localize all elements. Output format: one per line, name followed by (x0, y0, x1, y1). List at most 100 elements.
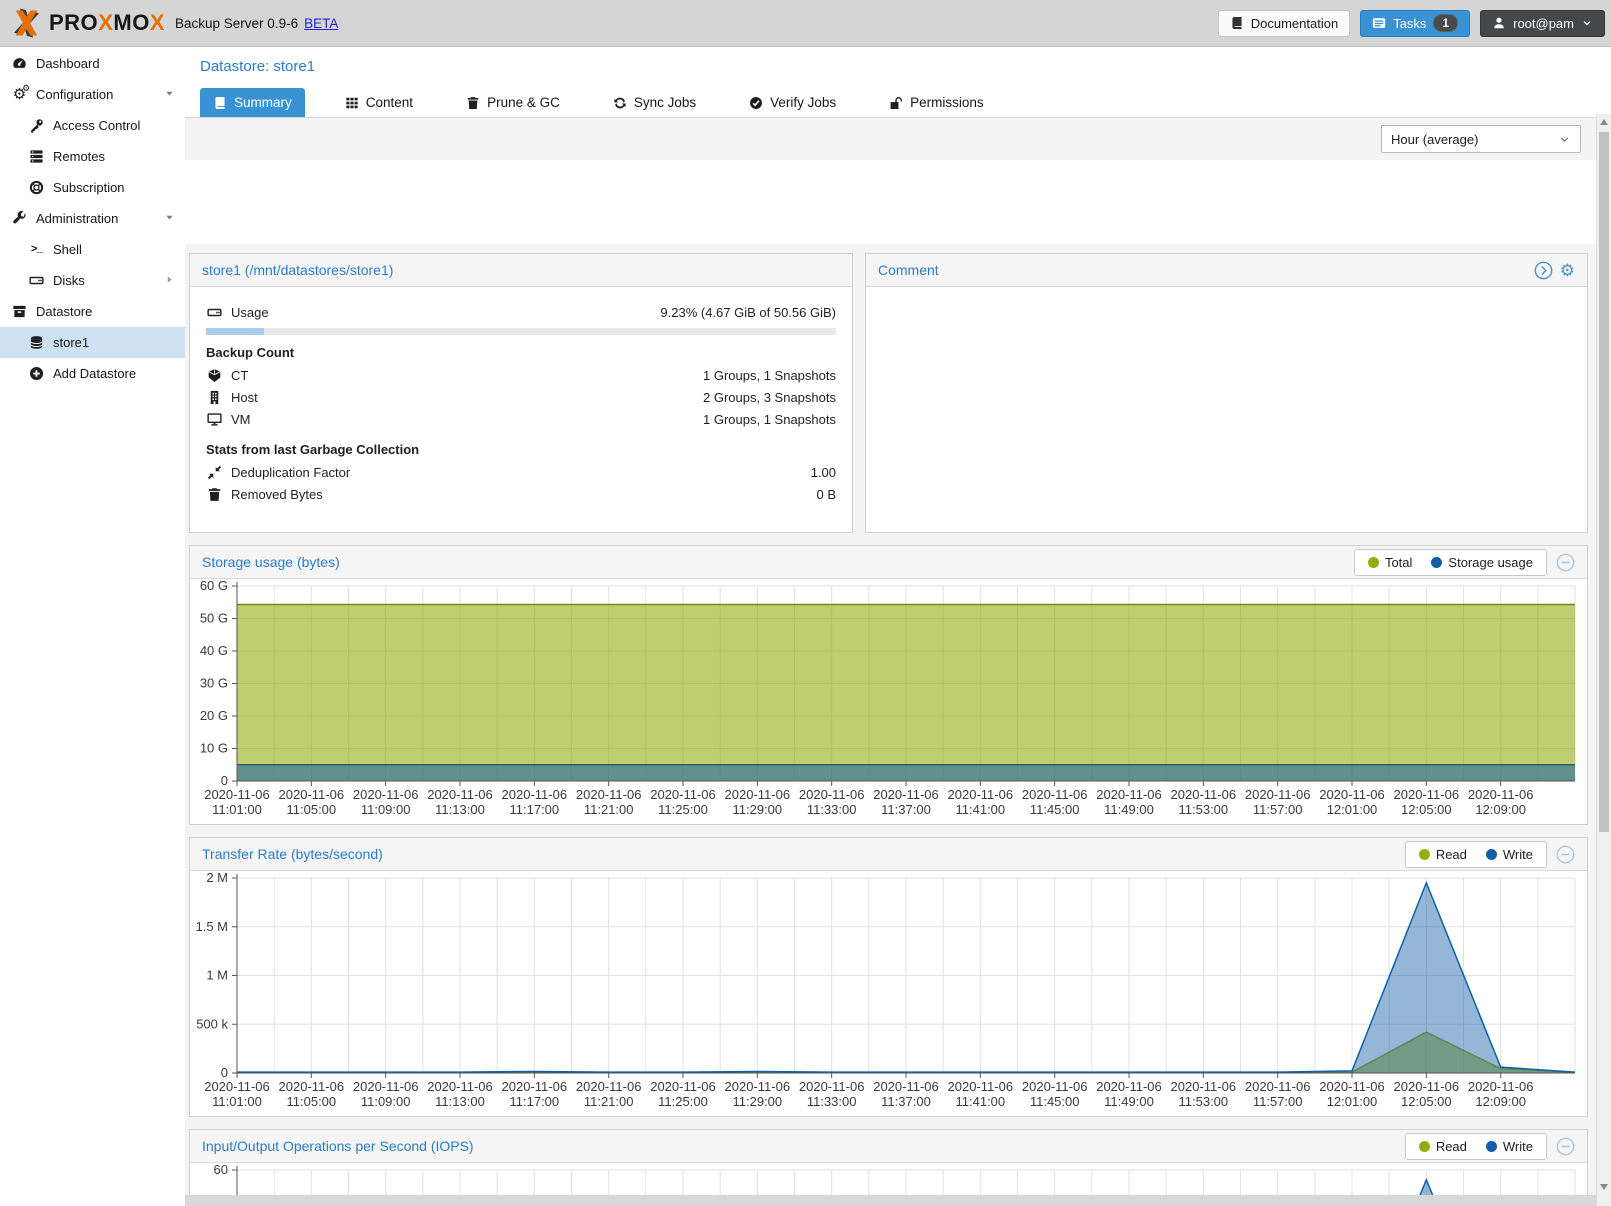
server-stack-icon (28, 149, 45, 165)
collapse-panel-icon[interactable] (1556, 1137, 1575, 1156)
collapse-caret-icon[interactable] (164, 211, 175, 226)
tab-summary[interactable]: Summary (200, 88, 305, 117)
sidebar-item-add-datastore[interactable]: Add Datastore (0, 358, 185, 389)
svg-text:12:05:00: 12:05:00 (1401, 1094, 1452, 1109)
legend-dot (1431, 557, 1442, 568)
trash-icon (466, 96, 480, 110)
svg-text:2020-11-06: 2020-11-06 (1096, 787, 1162, 802)
legend-item-total[interactable]: Total (1368, 555, 1412, 570)
legend-item-write[interactable]: Write (1486, 1139, 1533, 1154)
host-row: Host 2 Groups, 3 Snapshots (206, 386, 836, 408)
tasks-button[interactable]: Tasks 1 (1360, 10, 1470, 37)
svg-text:11:29:00: 11:29:00 (733, 1094, 783, 1109)
collapse-panel-icon[interactable] (1556, 553, 1575, 572)
scroll-down-arrow[interactable] (1600, 1184, 1608, 1190)
chart-toolbar: Hour (average) (185, 118, 1611, 160)
svg-text:12:01:00: 12:01:00 (1327, 802, 1378, 817)
comment-panel: Comment ⚙ (865, 253, 1588, 533)
comment-panel-title: Comment (878, 262, 939, 278)
svg-text:11:37:00: 11:37:00 (881, 802, 931, 817)
svg-text:2020-11-06: 2020-11-06 (1171, 1079, 1237, 1094)
svg-text:2020-11-06: 2020-11-06 (725, 787, 791, 802)
collapse-panel-icon[interactable] (1556, 845, 1575, 864)
sidebar-item-store1[interactable]: store1 (0, 327, 185, 358)
sidebar-item-configuration[interactable]: ⚙⚙ Configuration (0, 79, 185, 110)
svg-text:11:13:00: 11:13:00 (435, 802, 485, 817)
database-icon (28, 335, 45, 351)
svg-text:11:01:00: 11:01:00 (212, 802, 262, 817)
beta-link[interactable]: BETA (304, 16, 338, 31)
svg-text:11:25:00: 11:25:00 (658, 802, 708, 817)
scroll-up-arrow[interactable] (1600, 119, 1608, 125)
chevron-right-circle-icon[interactable] (1534, 261, 1553, 280)
sidebar-item-disks[interactable]: Disks (0, 265, 185, 296)
svg-text:11:53:00: 11:53:00 (1179, 1094, 1229, 1109)
vertical-scrollbar[interactable] (1596, 114, 1611, 1206)
legend-item-write[interactable]: Write (1486, 847, 1533, 862)
refresh-icon (613, 96, 627, 110)
svg-text:60 G: 60 G (200, 580, 228, 593)
svg-text:11:25:00: 11:25:00 (658, 1094, 708, 1109)
svg-text:11:49:00: 11:49:00 (1104, 802, 1154, 817)
svg-text:2020-11-06: 2020-11-06 (948, 1079, 1014, 1094)
storage-usage-panel: Storage usage (bytes) Total Storage usag… (189, 545, 1588, 825)
tab-sync-jobs[interactable]: Sync Jobs (600, 88, 709, 117)
sidebar-item-administration[interactable]: Administration (0, 203, 185, 234)
comment-content[interactable] (866, 287, 1587, 315)
cogs-icon: ⚙⚙ (11, 87, 28, 103)
svg-text:11:09:00: 11:09:00 (361, 1094, 411, 1109)
tasks-list-icon (1372, 16, 1386, 30)
scrollbar-thumb[interactable] (1599, 132, 1609, 832)
user-menu-button[interactable]: root@pam (1480, 10, 1605, 37)
horizontal-scrollbar[interactable] (185, 1195, 1611, 1206)
svg-text:2020-11-06: 2020-11-06 (1022, 787, 1088, 802)
check-circle-icon (749, 96, 763, 110)
sidebar-item-access-control[interactable]: Access Control (0, 110, 185, 141)
backup-count-heading: Backup Count (206, 345, 836, 360)
svg-text:11:37:00: 11:37:00 (881, 1094, 931, 1109)
svg-text:11:17:00: 11:17:00 (510, 802, 560, 817)
tab-verify-jobs[interactable]: Verify Jobs (736, 88, 849, 117)
book-icon (1230, 16, 1244, 30)
sidebar-item-dashboard[interactable]: Dashboard (0, 48, 185, 79)
svg-text:11:57:00: 11:57:00 (1253, 802, 1303, 817)
terminal-icon: >_ (28, 242, 45, 258)
svg-text:500 k: 500 k (196, 1016, 228, 1031)
legend-item-read[interactable]: Read (1419, 847, 1467, 862)
svg-text:2020-11-06: 2020-11-06 (799, 787, 865, 802)
svg-text:12:01:00: 12:01:00 (1327, 1094, 1378, 1109)
svg-text:11:57:00: 11:57:00 (1253, 1094, 1303, 1109)
svg-text:2020-11-06: 2020-11-06 (427, 787, 493, 802)
tab-permissions[interactable]: Permissions (876, 88, 997, 117)
svg-text:2020-11-06: 2020-11-06 (353, 1079, 419, 1094)
collapse-caret-icon[interactable] (164, 87, 175, 102)
svg-text:2020-11-06: 2020-11-06 (279, 1079, 345, 1094)
transfer-rate-panel: Transfer Rate (bytes/second) Read Write … (189, 837, 1588, 1117)
svg-text:2020-11-06: 2020-11-06 (1171, 787, 1237, 802)
legend-item-read[interactable]: Read (1419, 1139, 1467, 1154)
tab-prune-gc[interactable]: Prune & GC (453, 88, 573, 117)
sidebar-item-shell[interactable]: >_ Shell (0, 234, 185, 265)
trash-icon (206, 486, 223, 502)
grid-icon (345, 96, 359, 110)
sidebar-item-remotes[interactable]: Remotes (0, 141, 185, 172)
svg-text:2020-11-06: 2020-11-06 (1319, 1079, 1385, 1094)
svg-text:2020-11-06: 2020-11-06 (204, 1079, 270, 1094)
svg-text:12:09:00: 12:09:00 (1475, 1094, 1526, 1109)
svg-text:2020-11-06: 2020-11-06 (650, 787, 716, 802)
usage-value: 9.23% (4.67 GiB of 50.56 GiB) (660, 305, 836, 320)
chart-legend: Total Storage usage (1354, 549, 1547, 576)
time-range-select[interactable]: Hour (average) (1381, 125, 1581, 153)
svg-text:2 M: 2 M (206, 872, 228, 885)
expand-caret-icon[interactable] (164, 273, 175, 288)
sidebar-item-datastore[interactable]: Datastore (0, 296, 185, 327)
documentation-button[interactable]: Documentation (1218, 10, 1350, 37)
sidebar-item-subscription[interactable]: Subscription (0, 172, 185, 203)
tab-content[interactable]: Content (332, 88, 426, 117)
desktop-icon (206, 411, 223, 427)
svg-text:11:53:00: 11:53:00 (1179, 802, 1229, 817)
usage-row: Usage 9.23% (4.67 GiB of 50.56 GiB) (206, 301, 836, 323)
book-icon (213, 96, 227, 110)
legend-item-storage-usage[interactable]: Storage usage (1431, 555, 1533, 570)
gear-icon[interactable]: ⚙ (1560, 262, 1575, 279)
